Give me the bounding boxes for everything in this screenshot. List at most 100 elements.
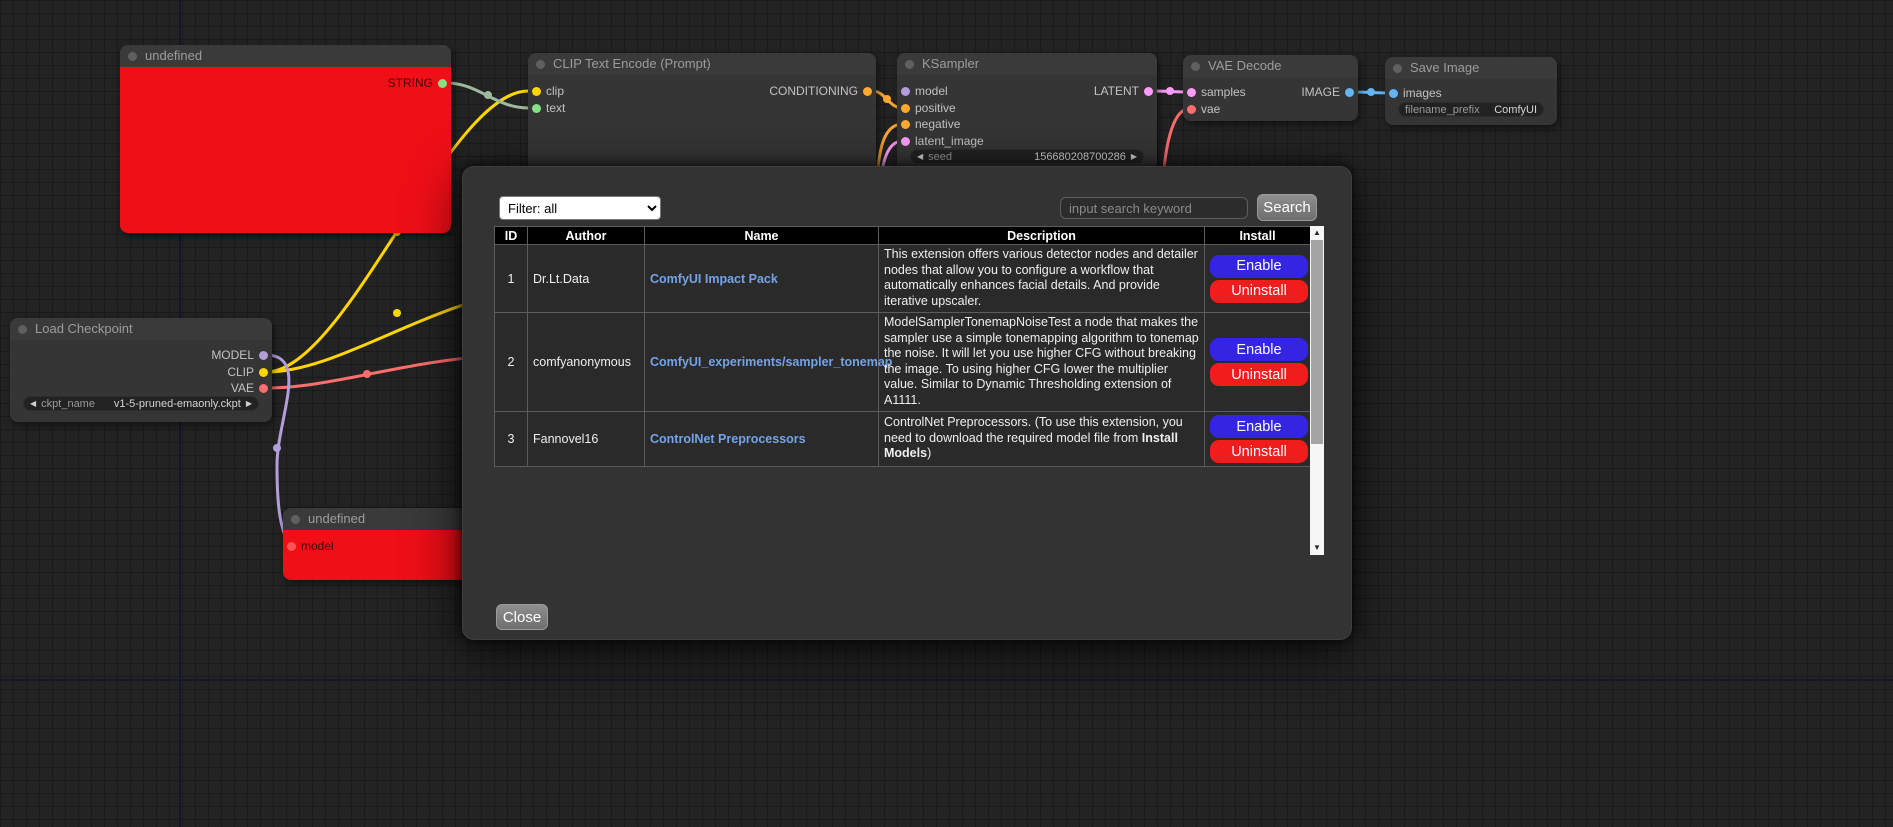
node-title: KSampler [922,56,979,71]
conditioning-port-icon[interactable] [901,104,910,113]
input-slot-positive[interactable]: positive [901,100,956,116]
collapse-dot-icon[interactable] [1191,62,1200,71]
scrollbar-thumb[interactable] [1311,240,1323,444]
conditioning-port-icon[interactable] [901,120,910,129]
model-port-icon[interactable] [901,87,910,96]
uninstall-button[interactable]: Uninstall [1210,363,1308,386]
node-title: Save Image [1410,60,1479,75]
output-slot-string[interactable]: STRING [388,75,447,91]
row-install-cell: Enable Uninstall [1205,245,1311,313]
node-title-bar[interactable]: VAE Decode [1183,55,1358,77]
image-port-icon[interactable] [1389,89,1398,98]
search-input[interactable] [1060,197,1248,219]
next-arrow-icon[interactable]: ▶ [246,396,252,411]
collapse-dot-icon[interactable] [128,52,137,61]
filename-prefix-widget[interactable]: filename_prefix ComfyUI [1398,102,1544,117]
input-slot-text[interactable]: text [532,100,565,116]
output-slot-vae[interactable]: VAE [231,380,268,396]
increment-arrow-icon[interactable]: ▶ [1131,149,1137,164]
latent-port-icon[interactable] [1187,88,1196,97]
uninstall-button[interactable]: Uninstall [1210,440,1308,463]
collapse-dot-icon[interactable] [291,515,300,524]
row-author: Fannovel16 [528,412,645,467]
node-ksampler[interactable]: KSampler model positive negative latent_… [897,53,1157,171]
node-title-bar[interactable]: KSampler [897,53,1157,75]
node-undefined-bottom[interactable]: undefined model [283,508,468,580]
clip-port-icon[interactable] [532,87,541,96]
node-title-bar[interactable]: CLIP Text Encode (Prompt) [528,53,876,75]
input-slot-model[interactable]: model [287,538,334,554]
model-port-icon[interactable] [259,351,268,360]
table-header-row: ID Author Name Description Install [495,227,1311,245]
input-slot-latent-image[interactable]: latent_image [901,133,984,149]
input-slot-samples[interactable]: samples [1187,84,1246,100]
scrollbar[interactable]: ▲ ▼ [1310,226,1324,555]
node-title-bar[interactable]: Load Checkpoint [10,318,272,340]
filter-select[interactable]: Filter: all [499,196,661,220]
header-author: Author [528,227,645,245]
row-install-cell: Enable Uninstall [1205,412,1311,467]
node-title: CLIP Text Encode (Prompt) [553,56,711,71]
seed-widget[interactable]: ◀ seed 156680208700286 ▶ [910,149,1144,164]
wire-vae-to-hidden [266,356,490,388]
output-slot-model[interactable]: MODEL [211,347,268,363]
input-slot-negative[interactable]: negative [901,116,960,132]
collapse-dot-icon[interactable] [536,60,545,69]
row-description: ModelSamplerTonemapNoiseTest a node that… [879,313,1205,412]
latent-port-icon[interactable] [1144,87,1153,96]
scrollbar-down-arrow-icon[interactable]: ▼ [1310,541,1324,555]
enable-button[interactable]: Enable [1210,415,1308,438]
decrement-arrow-icon[interactable]: ◀ [917,149,923,164]
node-title-bar[interactable]: undefined [120,45,451,67]
collapse-dot-icon[interactable] [1393,64,1402,73]
row-description: This extension offers various detector n… [879,245,1205,313]
output-slot-conditioning[interactable]: CONDITIONING [769,83,872,99]
header-description: Description [879,227,1205,245]
row-install-cell: Enable Uninstall [1205,313,1311,412]
table-row: 3 Fannovel16 ControlNet Preprocessors Co… [495,412,1311,467]
node-save-image[interactable]: Save Image images filename_prefix ComfyU… [1385,57,1557,125]
row-name-link[interactable]: ComfyUI_experiments/sampler_tonemap [650,355,892,369]
header-install: Install [1205,227,1311,245]
node-title: Load Checkpoint [35,321,133,336]
row-name-link[interactable]: ComfyUI Impact Pack [650,272,778,286]
output-slot-latent[interactable]: LATENT [1094,83,1153,99]
extensions-table: ID Author Name Description Install 1 Dr.… [494,226,1311,467]
close-button[interactable]: Close [496,604,548,630]
node-title-bar[interactable]: Save Image [1385,57,1557,79]
output-slot-clip[interactable]: CLIP [227,364,268,380]
model-port-icon[interactable] [287,542,296,551]
node-graph-canvas[interactable]: undefined STRING CLIP Text Encode (Promp… [0,0,1893,827]
enable-button[interactable]: Enable [1210,255,1308,278]
output-slot-image[interactable]: IMAGE [1301,84,1354,100]
node-load-checkpoint[interactable]: Load Checkpoint MODEL CLIP VAE ◀ ckpt_na… [10,318,272,422]
search-button[interactable]: Search [1257,194,1317,221]
ckpt-name-widget[interactable]: ◀ ckpt_name v1-5-pruned-emaonly.ckpt ▶ [23,396,259,411]
node-title-bar[interactable]: undefined [283,508,468,530]
string-port-icon[interactable] [438,79,447,88]
input-slot-model[interactable]: model [901,83,948,99]
input-slot-clip[interactable]: clip [532,83,564,99]
scrollbar-up-arrow-icon[interactable]: ▲ [1310,226,1324,240]
clip-port-icon[interactable] [259,368,268,377]
collapse-dot-icon[interactable] [18,325,27,334]
vae-port-icon[interactable] [1187,105,1196,114]
image-port-icon[interactable] [1345,88,1354,97]
node-vae-decode[interactable]: VAE Decode samples vae IMAGE [1183,55,1358,121]
enable-button[interactable]: Enable [1210,338,1308,361]
table-row: 1 Dr.Lt.Data ComfyUI Impact Pack This ex… [495,245,1311,313]
latent-port-icon[interactable] [901,137,910,146]
conditioning-port-icon[interactable] [863,87,872,96]
header-id: ID [495,227,528,245]
previous-arrow-icon[interactable]: ◀ [30,396,36,411]
row-author: comfyanonymous [528,313,645,412]
collapse-dot-icon[interactable] [905,60,914,69]
input-slot-images[interactable]: images [1389,85,1442,101]
vae-port-icon[interactable] [259,384,268,393]
string-port-icon[interactable] [532,104,541,113]
node-undefined-top[interactable]: undefined STRING [120,45,451,233]
row-name-link[interactable]: ControlNet Preprocessors [650,432,806,446]
node-title: undefined [145,48,202,63]
input-slot-vae[interactable]: vae [1187,101,1220,117]
uninstall-button[interactable]: Uninstall [1210,280,1308,303]
